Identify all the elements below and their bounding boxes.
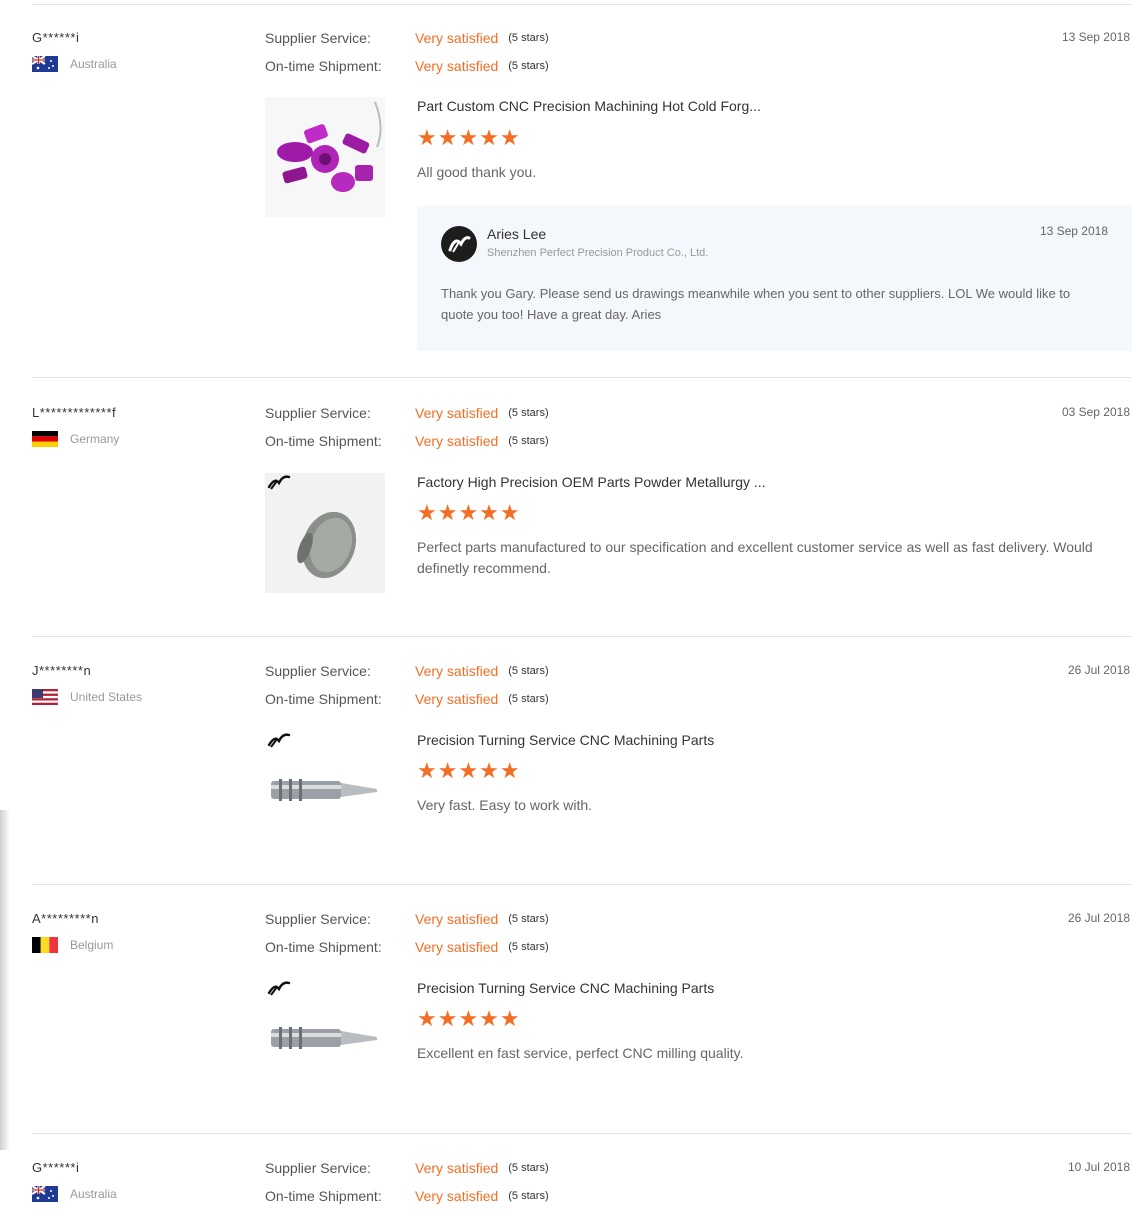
review-date: 26 Jul 2018	[1067, 663, 1130, 677]
buyer-name: J********n	[32, 663, 92, 678]
review-comment: Perfect parts manufactured to our specif…	[417, 539, 1093, 576]
supplier-service-rating: Supplier Service: Very satisfied (5 star…	[265, 661, 549, 681]
buyer-country: United States	[32, 688, 142, 706]
review-date: 13 Sep 2018	[1061, 30, 1130, 44]
rating-value: Very satisfied	[415, 691, 499, 707]
divider	[32, 884, 1132, 885]
rating-label: On-time Shipment:	[265, 691, 382, 707]
on-time-shipment-rating: On-time Shipment: Very satisfied (5 star…	[265, 1186, 549, 1206]
product-title-link[interactable]: Factory High Precision OEM Parts Powder …	[417, 474, 766, 490]
rating-label: Supplier Service:	[265, 405, 371, 421]
product-thumbnail[interactable]	[265, 473, 385, 593]
belgium-flag-icon	[32, 937, 58, 953]
rating-stars-text: (5 stars)	[508, 1190, 549, 1202]
rating-value: Very satisfied	[415, 58, 499, 74]
product-thumbnail[interactable]	[265, 97, 385, 217]
on-time-shipment-rating: On-time Shipment: Very satisfied (5 star…	[265, 56, 549, 76]
supplier-service-rating: Supplier Service: Very satisfied (5 star…	[265, 1158, 549, 1178]
buyer-country: Australia	[32, 1185, 117, 1203]
rating-label: Supplier Service:	[265, 30, 371, 46]
divider	[32, 377, 1132, 378]
reply-author: Aries Lee	[487, 226, 547, 242]
product-title-link[interactable]: Part Custom CNC Precision Machining Hot …	[417, 98, 761, 114]
on-time-shipment-rating: On-time Shipment: Very satisfied (5 star…	[265, 431, 549, 451]
reply-company: Shenzhen Perfect Precision Product Co., …	[487, 247, 709, 259]
product-thumbnail[interactable]	[265, 731, 385, 851]
australia-flag-icon	[32, 1186, 58, 1202]
rating-value: Very satisfied	[415, 405, 499, 421]
country-name: Belgium	[70, 938, 114, 952]
germany-flag-icon	[32, 431, 58, 447]
usa-flag-icon	[32, 689, 58, 705]
rating-label: On-time Shipment:	[265, 939, 382, 955]
review-date: 10 Jul 2018	[1067, 1160, 1130, 1174]
star-rating: ★★★★★	[417, 125, 521, 150]
rating-label: On-time Shipment:	[265, 58, 382, 74]
country-name: Australia	[70, 57, 117, 71]
supplier-avatar	[441, 226, 477, 262]
product-title-link[interactable]: Precision Turning Service CNC Machining …	[417, 980, 714, 996]
buyer-name: G******i	[32, 1160, 80, 1175]
product-thumbnail[interactable]	[265, 979, 385, 1099]
buyer-name: L*************f	[32, 405, 117, 420]
review-date: 26 Jul 2018	[1067, 911, 1130, 925]
star-rating: ★★★★★	[417, 1006, 521, 1031]
country-name: United States	[70, 690, 143, 704]
buyer-country: Australia	[32, 55, 117, 73]
australia-flag-icon	[32, 56, 58, 72]
rating-value: Very satisfied	[415, 911, 499, 927]
on-time-shipment-rating: On-time Shipment: Very satisfied (5 star…	[265, 689, 549, 709]
rating-value: Very satisfied	[415, 1160, 499, 1176]
on-time-shipment-rating: On-time Shipment: Very satisfied (5 star…	[265, 937, 549, 957]
divider	[32, 4, 1132, 5]
review-date: 03 Sep 2018	[1061, 405, 1130, 419]
review-comment: All good thank you.	[417, 164, 537, 180]
rating-label: Supplier Service:	[265, 1160, 371, 1176]
buyer-country: Germany	[32, 430, 119, 448]
rating-value: Very satisfied	[415, 939, 499, 955]
buyer-name: A*********n	[32, 911, 99, 926]
rating-stars-text: (5 stars)	[508, 1162, 549, 1174]
product-title-link[interactable]: Precision Turning Service CNC Machining …	[417, 732, 714, 748]
page-edge-shadow	[0, 810, 10, 1150]
review-comment: Excellent en fast service, perfect CNC m…	[417, 1045, 744, 1061]
divider	[32, 636, 1132, 637]
star-rating: ★★★★★	[417, 500, 521, 525]
country-name: Germany	[70, 432, 120, 446]
rating-label: Supplier Service:	[265, 663, 371, 679]
rating-label: Supplier Service:	[265, 911, 371, 927]
supplier-service-rating: Supplier Service: Very satisfied (5 star…	[265, 909, 549, 929]
divider	[32, 1133, 1132, 1134]
rating-value: Very satisfied	[415, 433, 499, 449]
rating-stars-text: (5 stars)	[508, 407, 549, 419]
rating-stars-text: (5 stars)	[508, 665, 549, 677]
rating-stars-text: (5 stars)	[508, 435, 549, 447]
rating-value: Very satisfied	[415, 30, 499, 46]
supplier-service-rating: Supplier Service: Very satisfied (5 star…	[265, 28, 549, 48]
rating-stars-text: (5 stars)	[508, 941, 549, 953]
rating-stars-text: (5 stars)	[508, 60, 549, 72]
rating-value: Very satisfied	[415, 1188, 499, 1204]
star-rating: ★★★★★	[417, 758, 521, 783]
buyer-country: Belgium	[32, 936, 113, 954]
rating-stars-text: (5 stars)	[508, 693, 549, 705]
rating-stars-text: (5 stars)	[508, 913, 549, 925]
buyer-name: G******i	[32, 30, 80, 45]
review-comment: Very fast. Easy to work with.	[417, 797, 593, 813]
reviews-list: G******i Australia Supplier Service: Ver…	[0, 0, 1132, 1213]
reply-text: Thank you Gary. Please send us drawings …	[441, 286, 1071, 322]
supplier-service-rating: Supplier Service: Very satisfied (5 star…	[265, 403, 549, 423]
rating-label: On-time Shipment:	[265, 433, 382, 449]
rating-value: Very satisfied	[415, 663, 499, 679]
supplier-reply: Aries Lee Shenzhen Perfect Precision Pro…	[417, 206, 1132, 351]
reply-date: 13 Sep 2018	[1039, 224, 1108, 238]
rating-stars-text: (5 stars)	[508, 32, 549, 44]
rating-label: On-time Shipment:	[265, 1188, 382, 1204]
country-name: Australia	[70, 1187, 117, 1201]
